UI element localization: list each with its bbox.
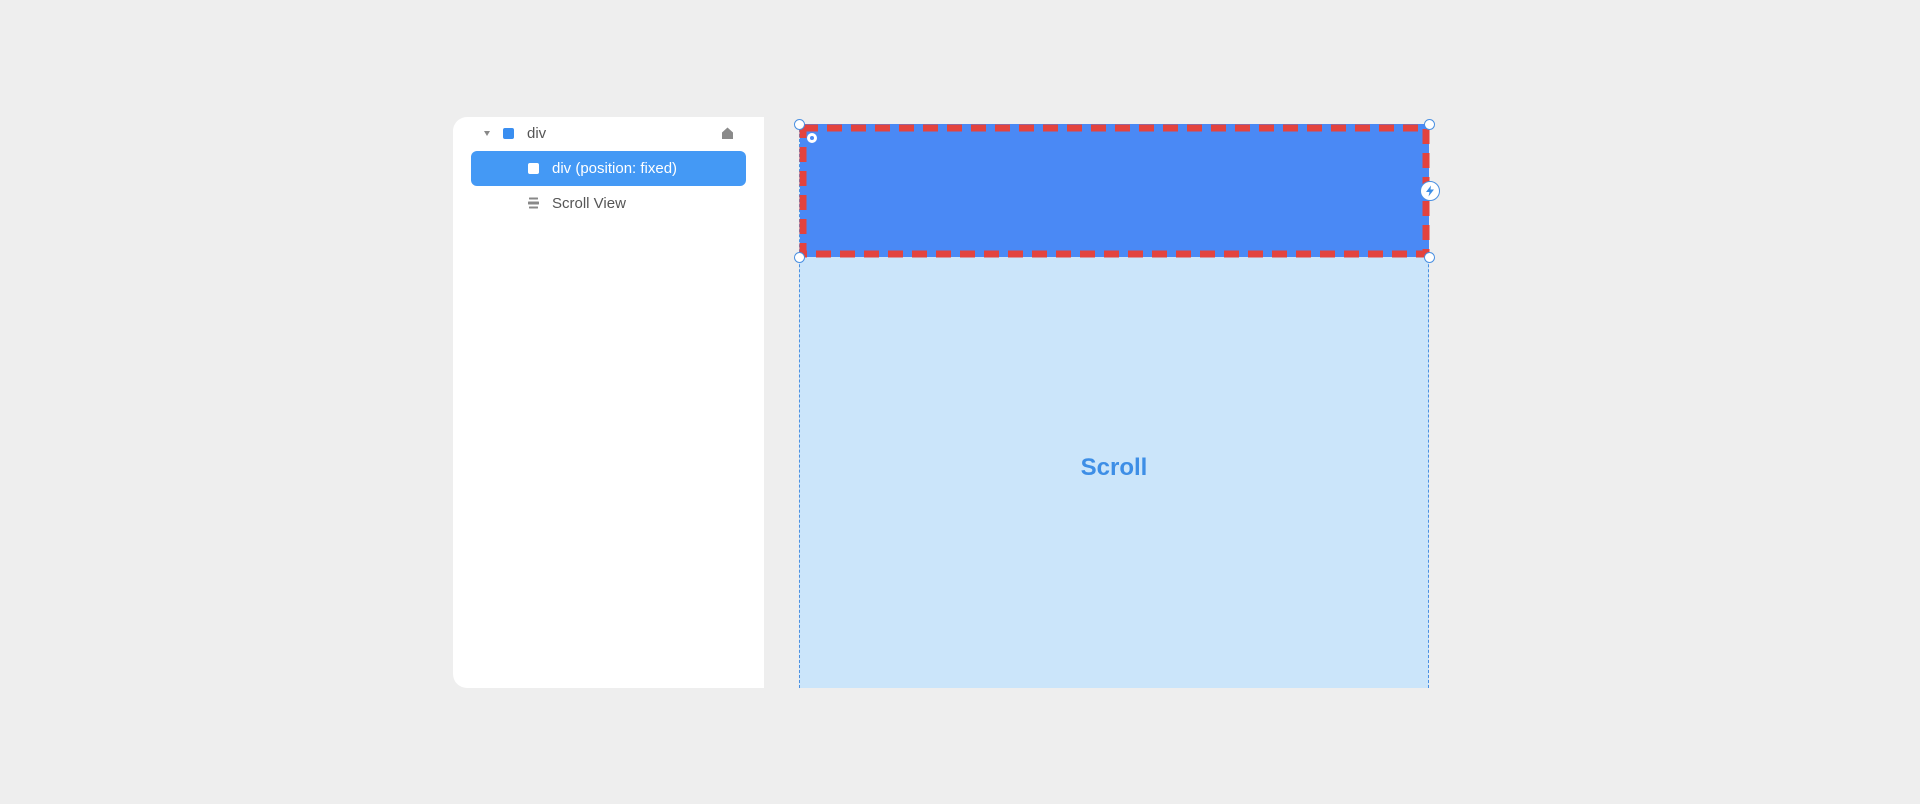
collapse-caret-icon[interactable] (484, 131, 490, 136)
resize-handle-top-left[interactable] (794, 119, 805, 130)
layer-item-scroll-view[interactable]: Scroll View (471, 186, 746, 221)
stack-icon (528, 197, 539, 209)
resize-handle-top-right[interactable] (1424, 119, 1435, 130)
home-icon[interactable] (721, 126, 734, 140)
resize-handle-bottom-left[interactable] (794, 252, 805, 263)
layer-label: Scroll View (552, 195, 626, 212)
square-icon (528, 163, 539, 174)
scroll-label: Scroll (1080, 454, 1148, 481)
layers-panel: div div (position: fixed) Scroll View (453, 117, 764, 688)
layer-item-div[interactable]: div (471, 117, 746, 150)
interaction-bolt-icon[interactable] (1420, 181, 1440, 201)
resize-handle-bottom-right[interactable] (1424, 252, 1435, 263)
layer-label: div (position: fixed) (552, 160, 678, 177)
origin-point[interactable] (807, 133, 817, 143)
frame-icon (503, 128, 514, 139)
layer-label: div (527, 125, 547, 142)
layer-item-div-position-fixed[interactable]: div (position: fixed) (471, 151, 746, 186)
fixed-div-dashed-outline (799, 124, 1430, 258)
